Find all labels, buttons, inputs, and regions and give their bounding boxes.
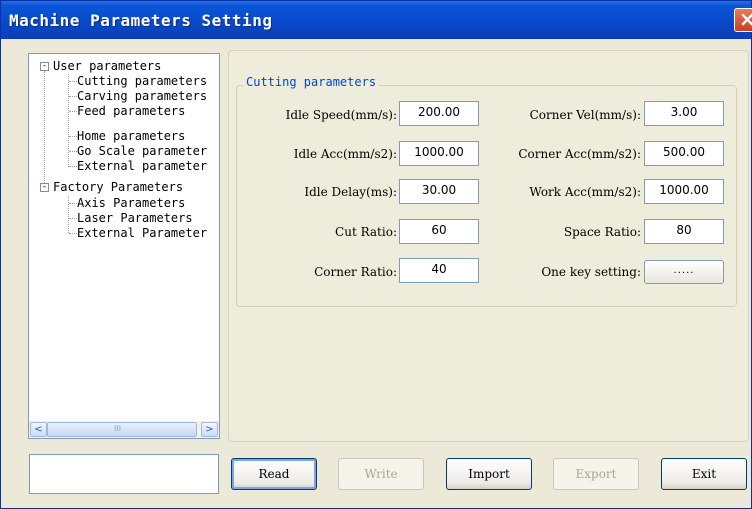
parameter-tree[interactable]: - User parameters Cutting parameters Car… [28, 53, 220, 439]
corner-acc-label: Corner Acc(mm/s2): [518, 147, 641, 161]
machine-parameters-window: Machine Parameters Setting × - User para… [0, 0, 752, 509]
tree-connector [69, 166, 77, 167]
idle-delay-field[interactable]: 30.00 [399, 179, 479, 204]
tree-item-feed-parameters[interactable]: Feed parameters [77, 104, 185, 118]
tree-item-external-parameter-factory[interactable]: External Parameter [77, 226, 207, 240]
collapse-icon[interactable]: - [40, 183, 49, 192]
work-acc-field[interactable]: 1000.00 [644, 179, 724, 204]
corner-acc-field[interactable]: 500.00 [644, 141, 724, 166]
space-ratio-field[interactable]: 80 [644, 219, 724, 244]
tree-connector [69, 111, 77, 112]
group-title: Cutting parameters [244, 75, 379, 89]
one-key-setting-button[interactable]: ..... [644, 260, 724, 284]
tree-connector [69, 203, 77, 204]
read-button[interactable]: Read [231, 458, 317, 490]
idle-acc-label: Idle Acc(mm/s2): [293, 147, 397, 161]
tree-connector [69, 136, 77, 137]
tree-connector [69, 96, 77, 97]
scroll-right-button[interactable]: > [201, 422, 218, 437]
scroll-left-button[interactable]: < [30, 422, 47, 437]
corner-vel-label: Corner Vel(mm/s): [529, 108, 641, 122]
idle-delay-label: Idle Delay(ms): [304, 185, 397, 199]
status-box [29, 454, 219, 494]
chevron-left-icon: < [34, 424, 43, 435]
tree-connector [69, 151, 77, 152]
chevron-right-icon: > [205, 424, 214, 435]
tree-item-home-parameters[interactable]: Home parameters [77, 129, 185, 143]
work-acc-label: Work Acc(mm/s2): [529, 185, 641, 199]
cut-ratio-label: Cut Ratio: [335, 225, 397, 239]
corner-ratio-label: Corner Ratio: [314, 265, 397, 279]
grip-icon: III [114, 424, 122, 433]
tree-connector [69, 233, 77, 234]
collapse-icon[interactable]: - [40, 62, 49, 71]
space-ratio-label: Space Ratio: [563, 225, 641, 239]
idle-acc-field[interactable]: 1000.00 [399, 141, 479, 166]
tree-item-laser-parameters[interactable]: Laser Parameters [77, 211, 193, 225]
one-key-setting-label: One key setting: [541, 265, 641, 279]
corner-vel-field[interactable]: 3.00 [644, 101, 724, 126]
scroll-thumb[interactable]: III [47, 422, 197, 437]
tree-item-axis-parameters[interactable]: Axis Parameters [77, 196, 185, 210]
tree-item-carving-parameters[interactable]: Carving parameters [77, 89, 207, 103]
idle-speed-field[interactable]: 200.00 [399, 101, 479, 126]
import-button[interactable]: Import [446, 458, 532, 490]
export-button[interactable]: Export [553, 458, 639, 490]
corner-ratio-field[interactable]: 40 [399, 258, 479, 283]
close-button[interactable]: × [734, 7, 752, 32]
tree-connector [68, 196, 69, 233]
tree-connector [69, 218, 77, 219]
tree-item-user-parameters[interactable]: User parameters [53, 59, 161, 73]
tree-item-cutting-parameters[interactable]: Cutting parameters [77, 74, 207, 88]
title-bar[interactable]: Machine Parameters Setting [1, 1, 751, 39]
window-title: Machine Parameters Setting [9, 11, 273, 30]
tree-item-go-scale-parameter[interactable]: Go Scale parameter [77, 144, 207, 158]
tree-connector [68, 74, 69, 167]
horizontal-scrollbar[interactable]: < III > [29, 421, 219, 438]
close-icon: × [739, 7, 752, 31]
cut-ratio-field[interactable]: 60 [399, 219, 479, 244]
write-button[interactable]: Write [338, 458, 424, 490]
idle-speed-label: Idle Speed(mm/s): [285, 108, 397, 122]
tree-connector [69, 81, 77, 82]
tree-item-external-parameter[interactable]: External parameter [77, 159, 207, 173]
exit-button[interactable]: Exit [661, 458, 747, 490]
tree-item-factory-parameters[interactable]: Factory Parameters [53, 180, 183, 194]
tree-connector [44, 71, 45, 187]
